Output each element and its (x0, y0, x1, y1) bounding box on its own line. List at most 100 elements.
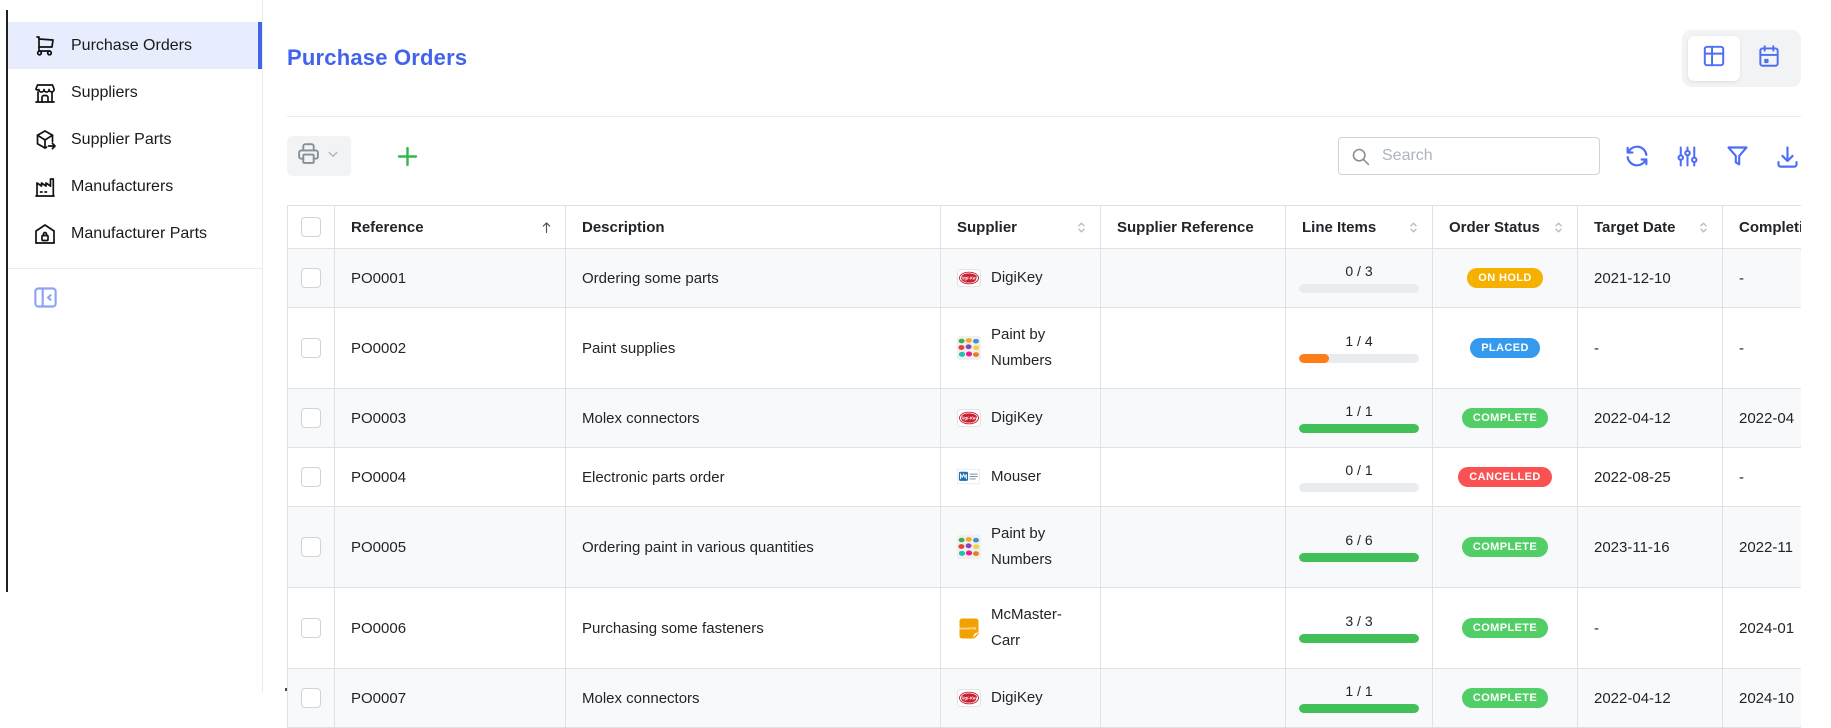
column-header-completion_date[interactable]: Completion Date (1723, 206, 1802, 249)
row-checkbox[interactable] (301, 408, 321, 428)
package-export-icon (32, 127, 58, 153)
sort-selector-icon (1073, 219, 1090, 236)
calendar-view-button[interactable] (1743, 36, 1795, 81)
column-header-target_date[interactable]: Target Date (1578, 206, 1723, 249)
line-items-progress-label: 6 / 6 (1298, 532, 1420, 548)
description-cell: Molex connectors (566, 389, 941, 448)
description-cell: Ordering paint in various quantities (566, 507, 941, 588)
sidebar: Purchase Orders Suppliers Supplier Parts Ma… (8, 0, 263, 692)
line-items-progress-bar (1299, 354, 1419, 363)
filter-icon[interactable] (1724, 143, 1751, 170)
supplier-name: McMaster-Carr (991, 602, 1084, 654)
mouser-logo (957, 465, 981, 489)
digikey-logo: Digi-Key (957, 266, 981, 290)
supplier-cell: Digi-KeyDigiKey (941, 669, 1101, 728)
table-row[interactable]: PO0005Ordering paint in various quantiti… (288, 507, 1802, 588)
table-row[interactable]: PO0006Purchasing some fastenersMcMASTER.… (288, 588, 1802, 669)
order-status-badge: ON HOLD (1467, 268, 1543, 288)
description-cell: Ordering some parts (566, 249, 941, 308)
completion-date-cell: - (1723, 448, 1802, 507)
sidebar-item-manufacturer-parts[interactable]: Manufacturer Parts (8, 210, 262, 257)
sidebar-item-label: Supplier Parts (71, 131, 172, 149)
order-status-badge: COMPLETE (1462, 688, 1548, 708)
sidebar-item-label: Manufacturer Parts (71, 225, 207, 243)
sort-ascending-icon (538, 219, 555, 236)
completion-date-cell: 2024-01 (1723, 588, 1802, 669)
column-label: Reference (351, 219, 424, 236)
description-cell: Purchasing some fasteners (566, 588, 941, 669)
column-header-reference[interactable]: Reference (335, 206, 566, 249)
line-items-progress-label: 0 / 3 (1298, 263, 1420, 279)
main-panel: Purchase Orders ReferenceDescriptionSupp… (264, 0, 1831, 692)
add-order-button[interactable] (393, 142, 422, 171)
order-status-badge: PLACED (1470, 338, 1540, 358)
shopping-cart-icon (32, 33, 58, 59)
sidebar-item-supplier-parts[interactable]: Supplier Parts (8, 116, 262, 163)
table-view-button[interactable] (1688, 36, 1740, 81)
sidebar-item-manufacturers[interactable]: Manufacturers (8, 163, 262, 210)
column-header-supplier_reference[interactable]: Supplier Reference (1101, 206, 1286, 249)
column-header-description[interactable]: Description (566, 206, 941, 249)
column-label: Supplier Reference (1117, 219, 1254, 236)
select-all-header[interactable] (288, 206, 335, 249)
target-date-cell: 2022-08-25 (1578, 448, 1723, 507)
target-date-cell: - (1578, 588, 1723, 669)
sidebar-item-purchase-orders[interactable]: Purchase Orders (8, 22, 262, 69)
supplier-name: Paint by Numbers (991, 322, 1084, 374)
reference-cell: PO0003 (335, 389, 566, 448)
sidebar-item-label: Purchase Orders (71, 37, 192, 55)
line-items-progress-bar (1299, 424, 1419, 433)
completion-date-cell: - (1723, 308, 1802, 389)
sidebar-divider (8, 268, 262, 269)
row-checkbox[interactable] (301, 618, 321, 638)
supplier-name: DigiKey (991, 265, 1043, 291)
column-header-supplier[interactable]: Supplier (941, 206, 1101, 249)
supplier-cell: Digi-Key DigiKey (941, 249, 1101, 308)
row-checkbox[interactable] (301, 268, 321, 288)
select-all-checkbox[interactable] (301, 217, 321, 237)
line-items-progress-bar (1299, 634, 1419, 643)
order-status-cell: PLACED (1433, 308, 1578, 389)
sidebar-item-suppliers[interactable]: Suppliers (8, 69, 262, 116)
column-header-line_items[interactable]: Line Items (1286, 206, 1433, 249)
completion-date-cell: - (1723, 249, 1802, 308)
table-row[interactable]: PO0002Paint suppliesPaint by Numbers1 / … (288, 308, 1802, 389)
row-checkbox[interactable] (301, 338, 321, 358)
line-items-cell: 1 / 4 (1286, 308, 1433, 389)
order-status-badge: CANCELLED (1458, 467, 1551, 487)
search-input[interactable] (1380, 146, 1591, 166)
row-checkbox[interactable] (301, 467, 321, 487)
reference-cell: PO0005 (335, 507, 566, 588)
column-header-order_status[interactable]: Order Status (1433, 206, 1578, 249)
table-row[interactable]: PO0004Electronic parts orderMouser0 / 1C… (288, 448, 1802, 507)
sort-selector-icon (1550, 219, 1567, 236)
adjustments-icon[interactable] (1674, 143, 1701, 170)
search-icon (1350, 146, 1371, 167)
order-status-cell: CANCELLED (1433, 448, 1578, 507)
row-checkbox[interactable] (301, 537, 321, 557)
paintbynumbers-logo (957, 336, 981, 360)
line-items-progress-bar (1299, 483, 1419, 492)
row-checkbox[interactable] (301, 688, 321, 708)
table-row[interactable]: PO0001Ordering some partsDigi-KeyDigiKey… (288, 249, 1802, 308)
reference-cell: PO0007 (335, 669, 566, 728)
line-items-progress-bar (1299, 704, 1419, 713)
collapse-sidebar-icon[interactable] (32, 284, 60, 312)
line-items-progress-bar (1299, 284, 1419, 293)
refresh-icon[interactable] (1623, 142, 1651, 170)
digikey-logo: Digi-Key (957, 406, 981, 430)
table-row[interactable]: PO0007Molex connectorsDigi-KeyDigiKey1 /… (288, 669, 1802, 728)
supplier-name: Mouser (991, 464, 1041, 490)
line-items-cell: 1 / 1 (1286, 669, 1433, 728)
description-cell: Paint supplies (566, 308, 941, 389)
mcmaster-logo: McMASTER. (957, 616, 981, 640)
view-toggle (1682, 30, 1801, 87)
search-box (1338, 137, 1600, 175)
line-items-cell: 0 / 1 (1286, 448, 1433, 507)
print-button[interactable] (287, 136, 351, 176)
printer-icon (296, 141, 321, 171)
supplier-cell: McMASTER. McMaster-Carr (941, 588, 1101, 669)
table-row[interactable]: PO0003Molex connectorsDigi-KeyDigiKey1 /… (288, 389, 1802, 448)
download-icon[interactable] (1774, 143, 1801, 170)
svg-text:McMASTER.: McMASTER. (959, 626, 977, 630)
